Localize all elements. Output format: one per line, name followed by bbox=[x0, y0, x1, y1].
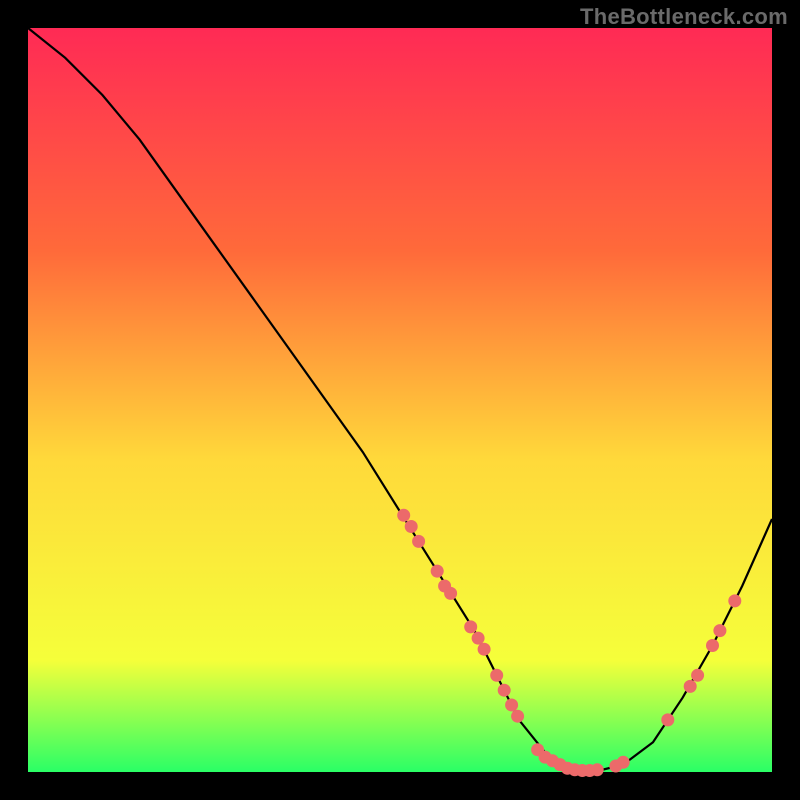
curve-marker bbox=[444, 587, 457, 600]
curve-marker bbox=[591, 763, 604, 776]
curve-marker bbox=[397, 509, 410, 522]
curve-marker bbox=[412, 535, 425, 548]
curve-marker bbox=[498, 684, 511, 697]
curve-marker bbox=[472, 632, 485, 645]
curve-marker bbox=[713, 624, 726, 637]
chart-container: TheBottleneck.com bbox=[0, 0, 800, 800]
curve-marker bbox=[464, 620, 477, 633]
curve-marker bbox=[478, 643, 491, 656]
curve-marker bbox=[490, 669, 503, 682]
curve-marker bbox=[505, 699, 518, 712]
bottleneck-chart bbox=[0, 0, 800, 800]
curve-marker bbox=[431, 565, 444, 578]
curve-marker bbox=[405, 520, 418, 533]
curve-marker bbox=[511, 710, 524, 723]
curve-marker bbox=[706, 639, 719, 652]
curve-marker bbox=[728, 594, 741, 607]
curve-marker bbox=[617, 756, 630, 769]
watermark-label: TheBottleneck.com bbox=[580, 4, 788, 30]
curve-marker bbox=[684, 680, 697, 693]
curve-marker bbox=[691, 669, 704, 682]
curve-marker bbox=[661, 713, 674, 726]
